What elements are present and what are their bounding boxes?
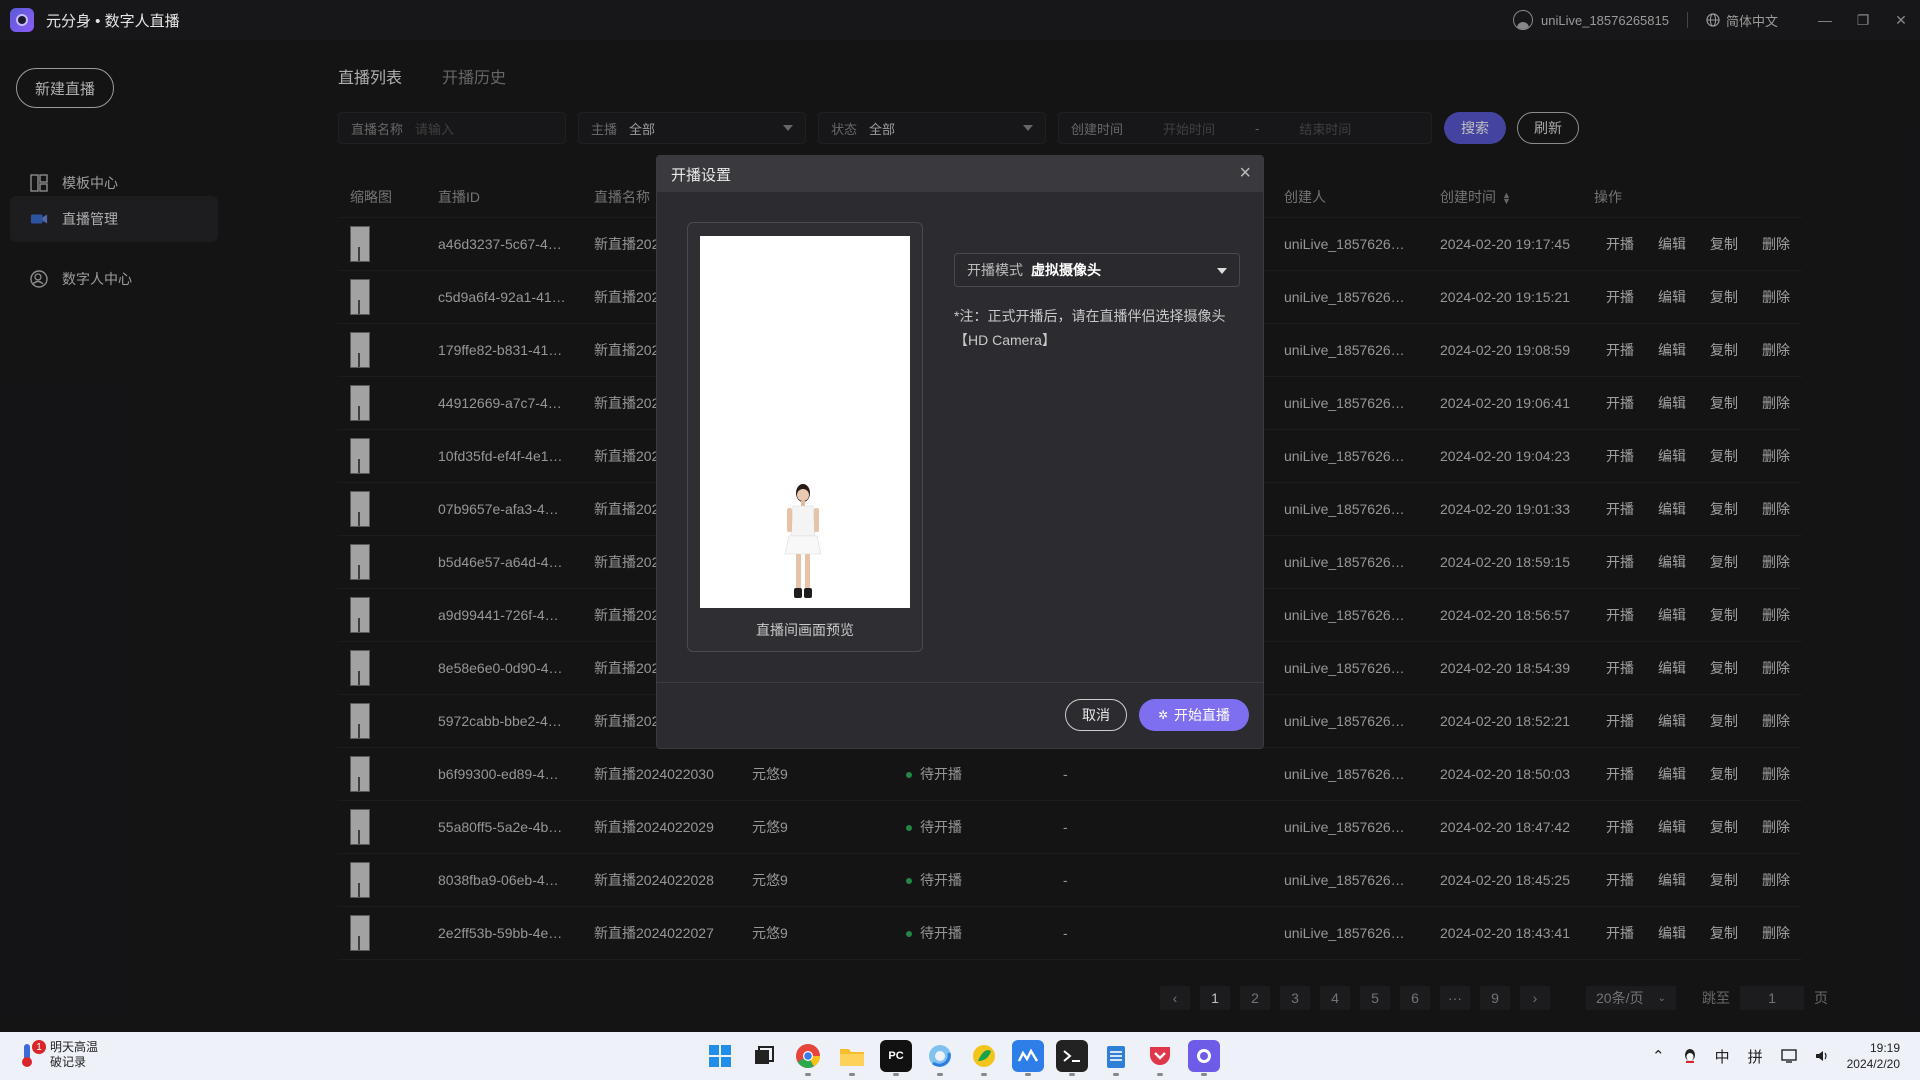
globe-icon[interactable]: [1706, 13, 1720, 27]
sparkle-icon: ✲: [1157, 708, 1169, 722]
system-clock[interactable]: 19:19 2024/2/20: [1847, 1040, 1900, 1072]
thermometer-icon: 1: [20, 1040, 46, 1068]
live-mode-select[interactable]: 开播模式 虚拟摄像头: [954, 253, 1240, 287]
terminal-icon[interactable]: [1056, 1040, 1088, 1076]
mode-label: 开播模式: [967, 262, 1023, 278]
ime-chinese[interactable]: 中: [1715, 1046, 1730, 1067]
mode-value: 虚拟摄像头: [1031, 262, 1101, 278]
chrome-icon[interactable]: [792, 1040, 824, 1076]
user-name[interactable]: uniLive_18576265815: [1541, 13, 1669, 28]
preview-screen: [700, 236, 910, 608]
dialog-title: 开播设置: [657, 156, 1263, 192]
caret-down-icon: [1217, 268, 1227, 274]
clock-time: 19:19: [1869, 1041, 1900, 1055]
system-tray: ⌃ 中 拼 19:19 2024/2/20: [1652, 1032, 1920, 1080]
weather-line1: 明天高温: [50, 1040, 99, 1054]
dialog-footer: 取消 ✲ 开始直播: [657, 682, 1263, 748]
language-selector[interactable]: 简体中文: [1726, 11, 1778, 30]
divider: [1686, 12, 1688, 28]
digital-human-figure: [784, 484, 822, 598]
app-logo-icon: [10, 8, 34, 32]
preview-caption: 直播间画面预览: [756, 622, 854, 638]
preview-card: 直播间画面预览: [687, 222, 923, 652]
qq-icon[interactable]: [1683, 1048, 1697, 1064]
close-icon[interactable]: ×: [1239, 162, 1251, 185]
restore-button[interactable]: ❐: [1844, 0, 1882, 40]
task-view-icon[interactable]: [748, 1040, 780, 1072]
weather-widget[interactable]: 1 明天高温 破记录: [20, 1040, 98, 1070]
network-icon[interactable]: [1780, 1049, 1797, 1063]
file-explorer-icon[interactable]: [836, 1040, 868, 1076]
minimize-button[interactable]: —: [1806, 0, 1844, 40]
start-live-button[interactable]: ✲ 开始直播: [1139, 699, 1249, 731]
notepad-icon[interactable]: [1100, 1040, 1132, 1076]
taskbar-apps: PC: [704, 1040, 1220, 1076]
notification-badge: 1: [32, 1040, 46, 1054]
taskbar: 1 明天高温 破记录 PC ⌃ 中 拼 19:19 2024/2/20: [0, 1032, 1920, 1080]
pycharm-icon[interactable]: PC: [880, 1040, 912, 1076]
messaging-app-icon[interactable]: [1012, 1040, 1044, 1076]
app-title: 元分身 • 数字人直播: [46, 12, 180, 30]
browser-swirl-icon[interactable]: [924, 1040, 956, 1076]
live-settings-dialog: 开播设置 × 直播间画面预览 开播模式 虚拟摄像头 *注：正式开播后，请在直播伴…: [656, 155, 1264, 749]
close-window-button[interactable]: ✕: [1882, 0, 1920, 40]
chevron-up-icon[interactable]: ⌃: [1652, 1047, 1665, 1065]
weather-line2: 破记录: [50, 1055, 87, 1069]
cancel-button[interactable]: 取消: [1065, 699, 1127, 731]
camera-note: *注：正式开播后，请在直播伴侣选择摄像头【HD Camera】: [954, 308, 1226, 348]
user-avatar-icon[interactable]: [1513, 10, 1534, 30]
ime-pinyin[interactable]: 拼: [1748, 1046, 1763, 1067]
volume-icon[interactable]: [1815, 1049, 1829, 1063]
pocket-app-icon[interactable]: [1144, 1040, 1176, 1076]
start-live-label: 开始直播: [1174, 707, 1231, 723]
clock-date: 2024/2/20: [1846, 1057, 1900, 1071]
digital-human-app-icon[interactable]: [1188, 1040, 1220, 1076]
windows-start-icon[interactable]: [704, 1040, 736, 1072]
title-bar: 元分身 • 数字人直播 uniLive_18576265815 简体中文 — ❐…: [0, 0, 1920, 40]
leaf-app-icon[interactable]: [968, 1040, 1000, 1076]
